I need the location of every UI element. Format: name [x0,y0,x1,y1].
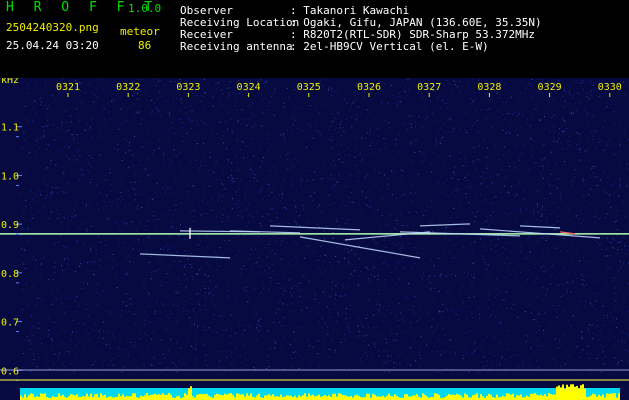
y-tick-label: 0.7 [1,318,19,329]
meteor-label: meteor [120,25,160,38]
y-tick-label: 0.8 [1,269,19,280]
x-tick-label: 0329 [538,82,562,93]
date-time: 25.04.24 03:20 [6,39,99,52]
meteor-count: 86 [138,39,152,52]
x-tick-label: 0322 [116,82,140,93]
x-tick-label: 0326 [357,82,381,93]
header-panel: H R O F F T 1.0.0 2504240320.png meteor … [0,0,629,78]
info-value-antenna: : 2el-HB9CV Vertical (el. E-W) [290,40,489,53]
x-tick-label: 0327 [417,82,441,93]
y-unit-label: kHz [1,78,19,86]
y-tick-label: 1.1 [1,123,19,134]
x-tick-label: 0323 [176,82,200,93]
x-tick-label: 0324 [237,82,261,93]
y-tick-label: 0.9 [1,220,19,231]
x-tick-label: 0328 [477,82,501,93]
spectrogram: kHz 1.1 1.0 0.9 0.8 0.7 0.6 0321 0322 0323 0324 032… [0,78,629,400]
app-version: 1.0.0 [128,2,162,15]
info-label-antenna: Receiving antenna [180,40,293,53]
file-name: 2504240320.png [6,21,99,34]
x-tick-label: 0325 [297,82,321,93]
y-tick-label: 0.6 [1,366,19,377]
x-tick-label: 0330 [598,82,622,93]
x-tick-label: 0321 [56,82,80,93]
y-tick-label: 1.0 [1,171,19,182]
